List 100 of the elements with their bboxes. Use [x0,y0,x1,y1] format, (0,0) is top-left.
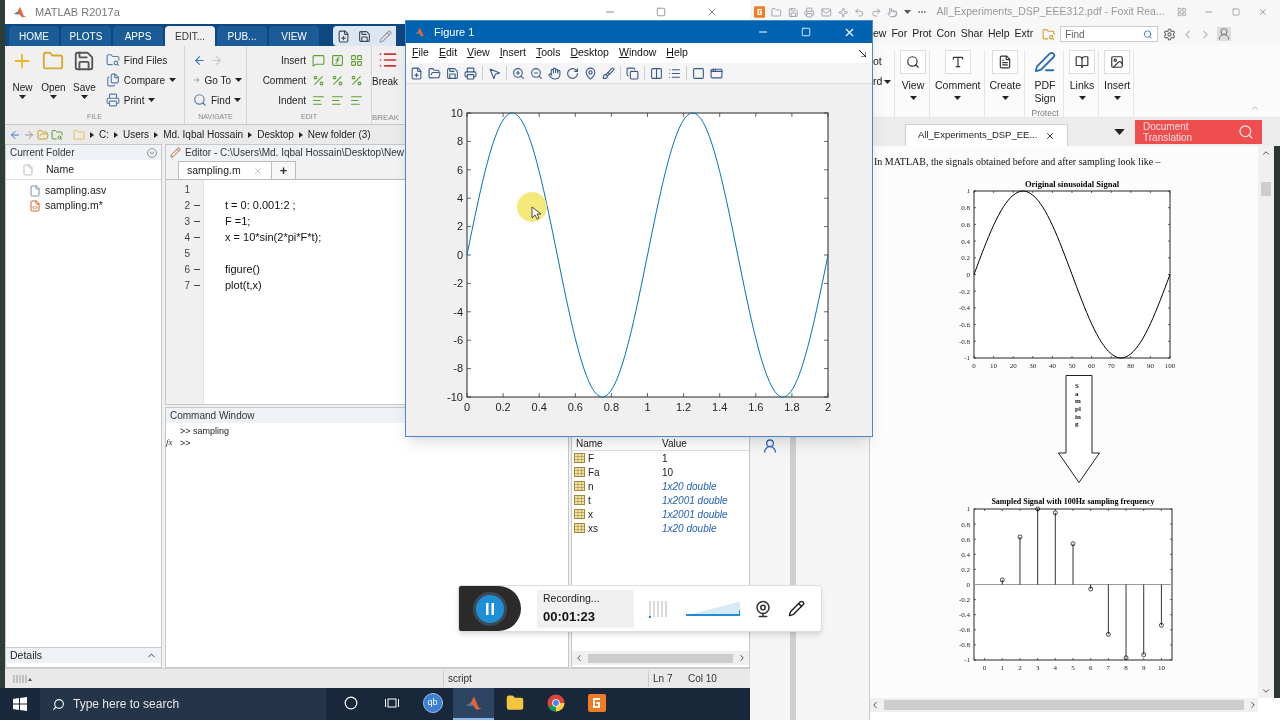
menu-item[interactable]: Window [618,45,657,61]
variable-row[interactable]: t 1x2001 double [572,493,749,507]
vertical-scrollbar[interactable] [1258,146,1274,698]
scrollbar-thumb[interactable] [884,700,1244,710]
menu-item[interactable]: Help [666,45,688,61]
toolstrip-button[interactable]: New [9,50,36,112]
breadcrumb[interactable]: Users [123,127,150,142]
back-icon[interactable] [193,53,206,67]
scrollbar-thumb[interactable] [1261,182,1271,196]
insert-section-icon[interactable] [312,53,325,67]
details-bar[interactable]: Details [6,647,161,663]
uncomment-icon[interactable] [331,73,344,87]
toolstrip-button[interactable]: Open [39,50,67,112]
function-hint[interactable]: fx [166,436,178,450]
back-icon[interactable] [9,128,21,141]
document-tab[interactable]: All_Experiments_DSP_EE... [905,124,1069,146]
browse-folder-icon[interactable] [51,128,63,141]
toolstrip-tab[interactable]: PLOTS [61,26,111,46]
indent-icon[interactable] [331,93,344,107]
variable-row[interactable]: n 1x20 double [572,479,749,493]
ribbon-button[interactable]: rd [873,73,892,90]
folder-entry[interactable]: sampling.m* [29,199,161,213]
toolstrip-button[interactable]: Save [70,50,98,112]
toolstrip-tab[interactable]: PUB... [217,26,267,46]
edit-icon[interactable] [379,29,392,43]
pointer-icon[interactable] [488,66,501,80]
pencil-icon[interactable] [788,600,805,617]
menu-item[interactable]: Prot [912,26,932,42]
sparkle-icon[interactable] [837,5,849,19]
legend-icon[interactable] [668,66,681,80]
up-folder-icon[interactable] [37,128,49,141]
variable-row[interactable]: x 1x2001 double [572,507,749,521]
close-icon[interactable] [1045,130,1056,141]
menu-item[interactable]: Shar [960,26,983,42]
smart-indent-icon[interactable] [312,93,325,107]
forward-icon[interactable] [23,128,35,141]
ribbon-button[interactable]: View [900,50,926,100]
settings-icon[interactable] [1163,27,1177,41]
toolstrip-tab[interactable]: HOME [9,26,59,46]
open-folder-icon[interactable] [428,66,441,80]
resize-grip-icon[interactable] [13,673,33,684]
folder-icon[interactable] [771,5,782,19]
toolstrip-tab[interactable]: EDIT... [165,26,215,46]
toolstrip-button[interactable]: Break [372,46,404,112]
breadcrumb[interactable]: Desktop [257,127,294,142]
ribbon-button[interactable]: PDF Sign [1030,50,1061,105]
window-icon[interactable] [710,66,723,80]
column-header[interactable]: Value [662,436,687,451]
ribbon-button[interactable]: Comment [935,50,981,100]
insert-grid-icon[interactable] [350,53,363,67]
menu-item[interactable]: Insert [499,45,526,61]
breadcrumb[interactable]: Md. Iqbal Hossain [163,127,244,142]
find-box[interactable]: Find [1060,26,1159,42]
wrap-comment-icon[interactable] [350,73,363,87]
new-file-icon[interactable] [337,29,350,43]
toolstrip-button[interactable]: Go To [189,70,246,90]
menu-item[interactable]: Con [936,26,956,42]
find-field[interactable]: Find [1065,26,1144,42]
taskbar-button[interactable]: qb [412,688,453,720]
menu-item[interactable]: Desktop [570,45,609,61]
toolstrip-button[interactable]: Find Files [101,50,180,70]
save-icon[interactable] [446,66,459,80]
toolstrip-tab[interactable]: APPS [113,26,163,46]
user-icon[interactable] [1217,27,1232,41]
function-icon[interactable] [331,53,344,67]
toolstrip-button[interactable]: Find [189,90,246,110]
ribbon-button[interactable]: Links [1069,50,1096,100]
toolstrip-button[interactable]: Print [101,90,180,110]
scrollbar-thumb[interactable] [588,653,733,663]
ribbon-button[interactable]: Create [989,50,1022,100]
data-cursor-icon[interactable] [584,66,597,80]
folder-entry[interactable]: sampling.asv [29,184,161,198]
menu-item[interactable]: View [467,45,490,61]
zoom-out-icon[interactable] [530,66,543,80]
square-icon[interactable] [692,66,705,80]
breadcrumb[interactable]: C: [99,127,109,142]
dock-arrow-icon[interactable] [859,49,866,57]
comment-icon[interactable] [312,73,325,87]
menu-item[interactable]: Edit [438,45,458,61]
print-icon[interactable] [464,66,477,80]
save-icon[interactable] [358,29,371,43]
toolstrip-button[interactable]: Compare [101,70,180,90]
search-field[interactable]: Type here to search [73,695,314,713]
menu-item[interactable]: Extr [1014,26,1034,42]
menu-item[interactable]: For [891,26,908,42]
webcam-icon[interactable] [754,599,772,618]
rotate-icon[interactable] [566,66,579,80]
maximize-icon[interactable] [656,7,666,17]
user-icon[interactable] [762,438,778,454]
column-header[interactable]: Name [572,436,662,451]
menu-item[interactable]: File [412,45,429,61]
windows-logo-icon[interactable] [13,697,27,711]
hand-pointer-icon[interactable] [887,5,898,19]
search-box[interactable]: Type here to search [40,688,326,720]
ribbon-button[interactable]: ot [873,54,882,70]
outdent-icon[interactable] [350,93,363,107]
variable-row[interactable]: xs 1x20 double [572,521,749,535]
new-tab-button[interactable]: + [271,161,297,179]
restore-icon[interactable] [1232,7,1241,17]
pause-button[interactable] [473,591,507,626]
